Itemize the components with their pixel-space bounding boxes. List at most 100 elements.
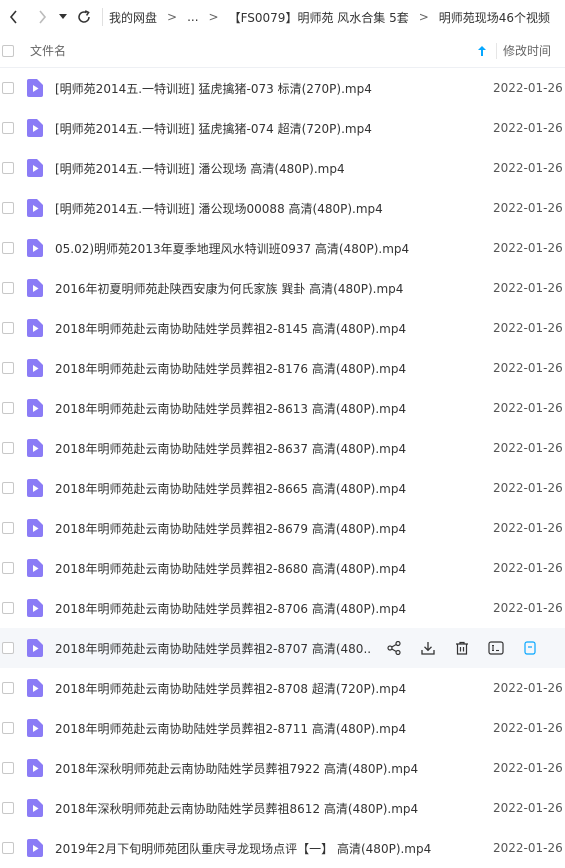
file-modified-date: 2022-01-26 (493, 681, 563, 695)
file-row[interactable]: 2019年2月下旬明师苑团队重庆寻龙现场点评【一】 高清(480P).mp4 2… (0, 828, 565, 868)
file-row[interactable]: [明师苑2014五.一特训班] 猛虎擒猪-074 超清(720P).mp4 20… (0, 108, 565, 148)
file-row[interactable]: 2018年深秋明师苑赴云南协助陆姓学员葬祖7922 高清(480P).mp4 2… (0, 748, 565, 788)
file-row[interactable]: [明师苑2014五.一特训班] 潘公现场00088 高清(480P).mp4 2… (0, 188, 565, 228)
file-row[interactable]: 2018年明师苑赴云南协助陆姓学员葬祖2-8665 高清(480P).mp4 2… (0, 468, 565, 508)
row-checkbox[interactable] (2, 122, 14, 134)
file-row[interactable]: [明师苑2014五.一特训班] 潘公现场 高清(480P).mp4 2022-0… (0, 148, 565, 188)
file-modified-date: 2022-01-26 (493, 761, 563, 775)
row-checkbox[interactable] (2, 762, 14, 774)
file-modified-date: 2022-01-26 (493, 721, 563, 735)
row-checkbox[interactable] (2, 642, 14, 654)
history-dropdown-button[interactable] (56, 0, 70, 34)
video-file-icon (27, 439, 43, 457)
file-row[interactable]: 05.02)明师苑2013年夏季地理风水特训班0937 高清(480P).mp4… (0, 228, 565, 268)
file-name[interactable]: [明师苑2014五.一特训班] 猛虎擒猪-073 标清(270P).mp4 (55, 80, 493, 97)
file-row[interactable]: 2018年明师苑赴云南协助陆姓学员葬祖2-8613 高清(480P).mp4 2… (0, 388, 565, 428)
file-name[interactable]: 2018年明师苑赴云南协助陆姓学员葬祖2-8665 高清(480P).mp4 (55, 480, 493, 497)
rename-icon[interactable] (486, 638, 506, 658)
row-checkbox[interactable] (2, 602, 14, 614)
file-name[interactable]: 2018年明师苑赴云南协助陆姓学员葬祖2-8637 高清(480P).mp4 (55, 440, 493, 457)
breadcrumb-item-root[interactable]: 我的网盘 (109, 9, 157, 26)
file-list: [明师苑2014五.一特训班] 猛虎擒猪-073 标清(270P).mp4 20… (0, 68, 565, 868)
file-row[interactable]: 2018年深秋明师苑赴云南协助陆姓学员葬祖8612 高清(480P).mp4 2… (0, 788, 565, 828)
file-name[interactable]: 2018年深秋明师苑赴云南协助陆姓学员葬祖7922 高清(480P).mp4 (55, 760, 493, 777)
row-checkbox[interactable] (2, 242, 14, 254)
row-checkbox[interactable] (2, 562, 14, 574)
video-file-icon (27, 559, 43, 577)
file-row[interactable]: 2018年明师苑赴云南协助陆姓学员葬祖2-8707 高清(480... (0, 628, 565, 668)
row-checkbox[interactable] (2, 202, 14, 214)
select-all-checkbox[interactable] (2, 44, 14, 57)
file-row[interactable]: 2018年明师苑赴云南协助陆姓学员葬祖2-8711 高清(480P).mp4 2… (0, 708, 565, 748)
share-icon[interactable] (384, 638, 404, 658)
file-name[interactable]: [明师苑2014五.一特训班] 猛虎擒猪-074 超清(720P).mp4 (55, 120, 493, 137)
file-row[interactable]: 2018年明师苑赴云南协助陆姓学员葬祖2-8680 高清(480P).mp4 2… (0, 548, 565, 588)
column-divider[interactable] (496, 42, 497, 59)
file-name[interactable]: [明师苑2014五.一特训班] 潘公现场00088 高清(480P).mp4 (55, 200, 493, 217)
file-row[interactable]: 2018年明师苑赴云南协助陆姓学员葬祖2-8679 高清(480P).mp4 2… (0, 508, 565, 548)
file-name[interactable]: 2016年初夏明师苑赴陕西安康为何氏家族 巽卦 高清(480P).mp4 (55, 280, 493, 297)
file-list-header: 文件名 修改时间 (0, 34, 565, 68)
file-name[interactable]: 2019年2月下旬明师苑团队重庆寻龙现场点评【一】 高清(480P).mp4 (55, 840, 493, 857)
file-name[interactable]: 2018年明师苑赴云南协助陆姓学员葬祖2-8680 高清(480P).mp4 (55, 560, 493, 577)
video-file-icon (27, 519, 43, 537)
breadcrumb-item-collection[interactable]: 【FS0079】明师苑 风水合集 5套 (229, 9, 409, 26)
row-checkbox[interactable] (2, 162, 14, 174)
row-checkbox[interactable] (2, 282, 14, 294)
file-name[interactable]: 05.02)明师苑2013年夏季地理风水特训班0937 高清(480P).mp4 (55, 240, 493, 257)
file-name[interactable]: 2018年明师苑赴云南协助陆姓学员葬祖2-8176 高清(480P).mp4 (55, 360, 493, 377)
chevron-left-icon (9, 10, 19, 24)
row-checkbox[interactable] (2, 442, 14, 454)
row-checkbox[interactable] (2, 522, 14, 534)
file-row[interactable]: 2018年明师苑赴云南协助陆姓学员葬祖2-8706 高清(480P).mp4 2… (0, 588, 565, 628)
download-icon[interactable] (418, 638, 438, 658)
file-row[interactable]: 2016年初夏明师苑赴陕西安康为何氏家族 巽卦 高清(480P).mp4 202… (0, 268, 565, 308)
file-row[interactable]: [明师苑2014五.一特训班] 猛虎擒猪-073 标清(270P).mp4 20… (0, 68, 565, 108)
column-header-modified[interactable]: 修改时间 (503, 42, 565, 59)
file-name[interactable]: 2018年深秋明师苑赴云南协助陆姓学员葬祖8612 高清(480P).mp4 (55, 800, 493, 817)
file-name[interactable]: 2018年明师苑赴云南协助陆姓学员葬祖2-8706 高清(480P).mp4 (55, 600, 493, 617)
delete-icon[interactable] (452, 638, 472, 658)
file-modified-date: 2022-01-26 (493, 601, 563, 615)
row-checkbox[interactable] (2, 82, 14, 94)
file-modified-date: 2022-01-26 (493, 321, 563, 335)
video-file-icon (27, 479, 43, 497)
file-row[interactable]: 2018年明师苑赴云南协助陆姓学员葬祖2-8176 高清(480P).mp4 2… (0, 348, 565, 388)
row-checkbox[interactable] (2, 802, 14, 814)
row-checkbox[interactable] (2, 322, 14, 334)
file-row[interactable]: 2018年明师苑赴云南协助陆姓学员葬祖2-8637 高清(480P).mp4 2… (0, 428, 565, 468)
more-icon[interactable] (520, 638, 540, 658)
file-name[interactable]: [明师苑2014五.一特训班] 潘公现场 高清(480P).mp4 (55, 160, 493, 177)
back-button[interactable] (0, 0, 28, 34)
row-checkbox[interactable] (2, 722, 14, 734)
file-modified-date: 2022-01-26 (493, 481, 563, 495)
row-checkbox[interactable] (2, 402, 14, 414)
breadcrumb-item-current[interactable]: 明师苑现场46个视频 (439, 9, 550, 26)
refresh-button[interactable] (70, 0, 98, 34)
file-row[interactable]: 2018年明师苑赴云南协助陆姓学员葬祖2-8708 超清(720P).mp4 2… (0, 668, 565, 708)
file-name[interactable]: 2018年明师苑赴云南协助陆姓学员葬祖2-8613 高清(480P).mp4 (55, 400, 493, 417)
row-checkbox[interactable] (2, 842, 14, 854)
file-name[interactable]: 2018年明师苑赴云南协助陆姓学员葬祖2-8145 高清(480P).mp4 (55, 320, 493, 337)
video-file-icon (27, 799, 43, 817)
file-name[interactable]: 2018年明师苑赴云南协助陆姓学员葬祖2-8707 高清(480... (55, 640, 370, 657)
video-file-icon (27, 759, 43, 777)
file-name[interactable]: 2018年明师苑赴云南协助陆姓学员葬祖2-8711 高清(480P).mp4 (55, 720, 493, 737)
arrow-up-icon[interactable] (478, 45, 488, 56)
video-file-icon (27, 119, 43, 137)
row-checkbox[interactable] (2, 682, 14, 694)
row-checkbox[interactable] (2, 362, 14, 374)
file-modified-date: 2022-01-26 (493, 841, 563, 855)
file-row[interactable]: 2018年明师苑赴云南协助陆姓学员葬祖2-8145 高清(480P).mp4 2… (0, 308, 565, 348)
row-checkbox[interactable] (2, 482, 14, 494)
breadcrumb-item-ellipsis[interactable]: ... (187, 10, 198, 24)
file-name[interactable]: 2018年明师苑赴云南协助陆姓学员葬祖2-8708 超清(720P).mp4 (55, 680, 493, 697)
caret-down-icon (59, 14, 67, 20)
column-header-name[interactable]: 文件名 (30, 42, 478, 59)
file-modified-date: 2022-01-26 (493, 161, 563, 175)
video-file-icon (27, 399, 43, 417)
file-name[interactable]: 2018年明师苑赴云南协助陆姓学员葬祖2-8679 高清(480P).mp4 (55, 520, 493, 537)
file-modified-date: 2022-01-26 (493, 521, 563, 535)
forward-button[interactable] (28, 0, 56, 34)
video-file-icon (27, 279, 43, 297)
